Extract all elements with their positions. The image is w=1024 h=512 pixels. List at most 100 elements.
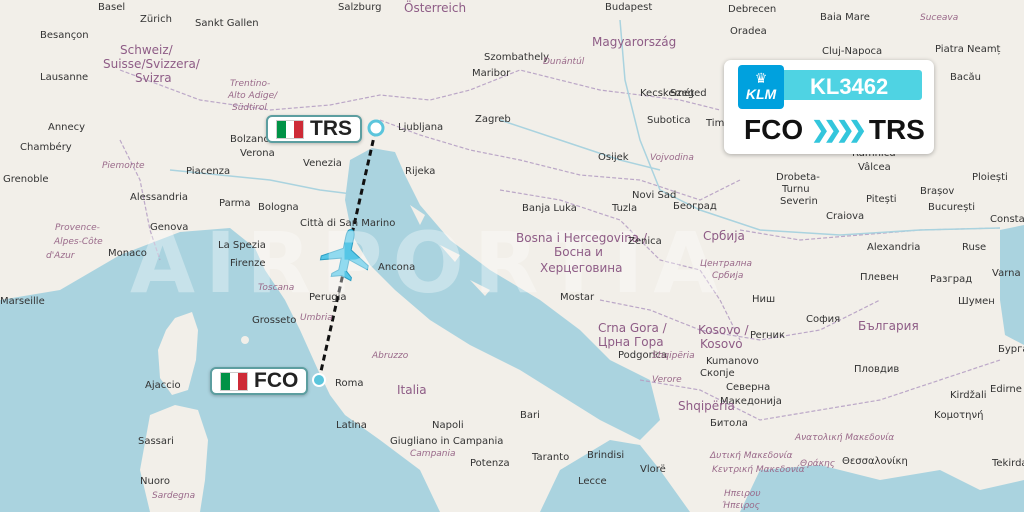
map-label: Κομοτηνή: [934, 410, 984, 421]
map-label: Београд: [673, 201, 717, 212]
map-label: Ajaccio: [145, 380, 181, 391]
map-label: Alto Adige/: [228, 91, 278, 101]
italy-flag-icon: [276, 119, 304, 139]
map-label: Бургас: [998, 344, 1024, 355]
map-label: Budapest: [605, 2, 653, 13]
map-label: Chambéry: [20, 142, 72, 153]
map-label: Genova: [150, 222, 189, 233]
map-label: d'Azur: [46, 251, 75, 261]
map-label: Tuzla: [612, 203, 638, 214]
map-label: Verona: [240, 148, 275, 159]
map-label: Napoli: [432, 420, 464, 431]
map-label: La Spezia: [218, 240, 266, 251]
map-label: Shqipëria: [652, 351, 695, 361]
map-label: Brindisi: [587, 450, 625, 461]
map-label: Piatra Neamț: [935, 44, 1001, 55]
map-label: Rijeka: [405, 166, 436, 177]
map-label: Bacău: [950, 72, 981, 83]
map-label: Alessandria: [130, 192, 189, 203]
map-label: Kirdžali: [950, 390, 987, 401]
map-label: Taranto: [532, 452, 570, 463]
map-label: Србија: [712, 271, 744, 281]
map-label: Шумен: [958, 296, 995, 307]
map-label: Mostar: [560, 292, 595, 303]
map-label: Sankt Gallen: [195, 18, 259, 29]
map-label: Bolzano: [230, 134, 270, 145]
airline-logo-text: KLM: [745, 86, 777, 102]
map-label: Osijek: [598, 152, 629, 163]
map-label: Severin: [780, 196, 818, 207]
map-label: Città di San Marino: [300, 218, 396, 229]
map-label: Sardegna: [152, 491, 196, 501]
map-label: Umbria: [300, 313, 333, 323]
map-label: Κεντρική Μακεδονία: [712, 465, 805, 475]
map-label: Parma: [219, 198, 251, 209]
map-label: Grenoble: [3, 174, 49, 185]
map-label: Ηπειρου: [724, 489, 761, 499]
map-label: Edirne: [990, 384, 1022, 395]
map-label: Südtirol: [232, 103, 267, 113]
map-label: Drobeta-: [776, 172, 820, 183]
map-label: Ниш: [752, 294, 776, 305]
map-label: Разград: [930, 274, 973, 285]
map-label: Basel: [98, 2, 126, 13]
map-label: Битола: [710, 418, 748, 429]
map-label: Dunántúl: [543, 57, 585, 67]
route-origin: FCO: [744, 114, 804, 145]
flight-info-card[interactable]: ♛ KLM KL3462 FCO ❯❯❯❯ TRS: [724, 60, 934, 154]
map-label: Vojvodina: [650, 153, 694, 163]
map-label: Szombathely: [484, 52, 550, 63]
map-label: Brașov: [920, 186, 955, 197]
map-label: Ανατολική Μακεδονία: [795, 433, 895, 443]
map-label: Alexandria: [867, 242, 921, 253]
route-destination: TRS: [868, 114, 925, 145]
destination-airport-dot: [367, 119, 385, 137]
map-label: Zenica: [628, 236, 662, 247]
map-label: Annecy: [48, 122, 86, 133]
map-label: Пловдив: [854, 364, 900, 375]
map-label: Pitești: [866, 194, 897, 205]
destination-airport-tag[interactable]: TRS: [266, 115, 362, 143]
watermark: AIRPORTIA: [130, 214, 729, 312]
map-label: Vâlcea: [858, 162, 891, 173]
map-label: Baia Mare: [820, 12, 870, 23]
map-label: Zagreb: [475, 114, 511, 125]
map-label: Grosseto: [252, 315, 297, 326]
klm-logo-icon: ♛ KLM: [738, 65, 784, 109]
map-label: Скопје: [700, 368, 735, 379]
map-label: Bari: [520, 410, 540, 421]
origin-code: FCO: [254, 369, 299, 392]
map-label: Херцеговина: [540, 261, 623, 275]
map-label: Tekirdağ: [992, 458, 1024, 469]
map-label: Cluj-Napoca: [822, 46, 883, 57]
origin-airport-dot: [312, 373, 326, 387]
map-label: Provence-: [55, 223, 100, 233]
map-label: Constanța: [990, 214, 1024, 225]
origin-airport-tag[interactable]: FCO: [210, 367, 309, 395]
map-label: Shqipëria: [678, 399, 735, 413]
map-label: Maribor: [472, 68, 511, 79]
destination-code: TRS: [310, 117, 352, 140]
map-label: Kosovo: [700, 337, 743, 351]
map-label: Δυτική Μακεδονία: [710, 451, 793, 461]
map-label: Marseille: [0, 296, 45, 307]
italy-flag-icon: [220, 371, 248, 391]
map-label: Ljubljana: [398, 122, 444, 133]
map-label: Ploiești: [972, 172, 1008, 183]
map-label: Kumanovo: [706, 356, 759, 367]
map-label: Северна: [726, 382, 771, 393]
map-label: Босна и: [554, 245, 603, 259]
map-label: Italia: [397, 383, 427, 397]
map-label: Roma: [335, 378, 364, 389]
map-label: Abruzzo: [372, 351, 409, 361]
map-label: Suceava: [920, 13, 959, 23]
map-label: Perник: [750, 330, 786, 341]
map-label: București: [928, 202, 975, 213]
map-label: Svizra: [135, 71, 172, 85]
map-label: Turnu: [782, 184, 810, 195]
map-label: Szeged: [670, 88, 707, 99]
map-label: Ήπειρος: [722, 501, 760, 511]
map-label: Ruse: [962, 242, 987, 253]
flight-route: FCO ❯❯❯❯ TRS: [744, 114, 925, 146]
map-label: Vlorë: [640, 464, 666, 475]
